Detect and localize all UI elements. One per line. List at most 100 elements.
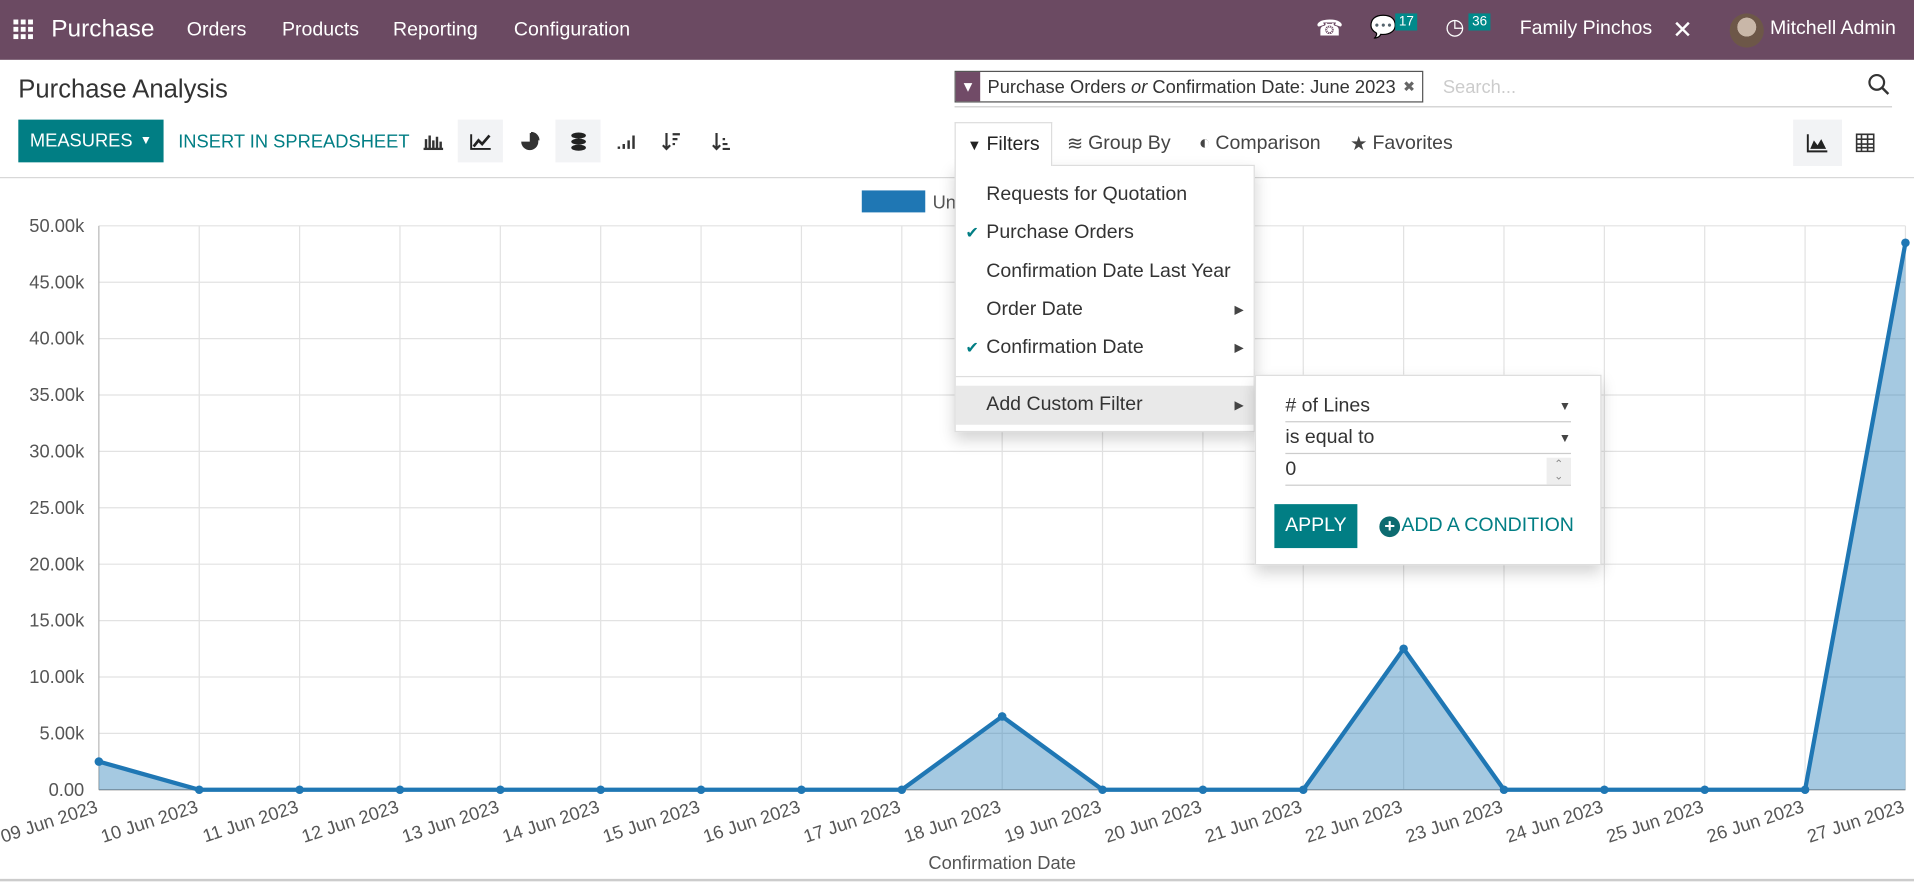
filter-label: Confirmation Date — [986, 336, 1144, 358]
data-point — [1098, 785, 1107, 795]
pie-chart-icon[interactable] — [507, 120, 552, 163]
x-tick-label: 20 Jun 2023 — [1102, 796, 1204, 847]
value-text: 0 — [1285, 458, 1297, 480]
operator-select[interactable]: is equal to ▼ — [1285, 424, 1571, 455]
table-icon — [1855, 133, 1875, 153]
filter-requests-for-quotation[interactable]: Requests for Quotation — [956, 176, 1254, 215]
stacked-icon[interactable] — [555, 119, 601, 163]
y-tick-label: 25.00k — [29, 497, 85, 518]
check-icon: ✔ — [965, 223, 979, 242]
data-point — [1399, 644, 1408, 654]
filter-facet[interactable]: ▼ Purchase Orders or Confirmation Date: … — [954, 70, 1424, 103]
filter-confirmation-date-last-year[interactable]: Confirmation Date Last Year — [956, 253, 1254, 292]
favorites-toggle[interactable]: ★ Favorites — [1350, 122, 1453, 165]
line-chart-icon[interactable] — [457, 119, 503, 163]
group-by-toggle[interactable]: ≋ Group By — [1067, 122, 1171, 165]
data-point — [1198, 785, 1208, 795]
y-tick-label: 20.00k — [29, 553, 85, 574]
data-point — [94, 757, 104, 766]
graph-view-button[interactable] — [1793, 119, 1842, 167]
filter-order-date[interactable]: Order Date ▶ — [956, 291, 1254, 330]
search-bar: ▼ Purchase Orders or Confirmation Date: … — [954, 70, 1893, 108]
area-chart-icon — [1806, 134, 1828, 153]
data-point — [1298, 785, 1308, 795]
search-input[interactable] — [1442, 72, 1846, 102]
filter-label: Purchase Orders — [986, 222, 1134, 243]
x-tick-label: 25 Jun 2023 — [1604, 796, 1706, 847]
remove-facet-icon[interactable]: ✖ — [1403, 78, 1415, 95]
plus-circle-icon: + — [1379, 515, 1401, 537]
x-tick-label: 13 Jun 2023 — [399, 796, 501, 847]
cumulative-icon[interactable] — [603, 120, 648, 163]
filter-purchase-orders[interactable]: ✔ Purchase Orders — [956, 214, 1254, 253]
apply-button[interactable]: APPLY — [1274, 504, 1358, 549]
caret-right-icon: ▶ — [1234, 398, 1244, 412]
x-tick-label: 16 Jun 2023 — [700, 796, 802, 847]
x-tick-label: 15 Jun 2023 — [600, 796, 702, 847]
add-custom-filter[interactable]: Add Custom Filter ▶ — [955, 385, 1254, 425]
comparison-toggle[interactable]: ◐ Comparison — [1199, 122, 1321, 165]
number-spinner[interactable]: ⌃ ⌄ — [1546, 457, 1571, 485]
x-tick-label: 24 Jun 2023 — [1503, 796, 1605, 847]
search-icon[interactable] — [1868, 73, 1890, 100]
data-point — [395, 785, 405, 795]
data-point — [1901, 238, 1910, 248]
apps-menu-icon[interactable] — [13, 19, 33, 40]
menu-orders[interactable]: Orders — [187, 20, 247, 42]
facet-separator: or — [1131, 76, 1148, 98]
chat-icon[interactable]: 💬 — [1370, 15, 1397, 41]
avatar[interactable] — [1729, 13, 1764, 48]
filters-label: Filters — [986, 133, 1040, 155]
star-icon: ★ — [1350, 133, 1368, 155]
sort-descending-icon[interactable] — [648, 120, 693, 163]
x-tick-label: 12 Jun 2023 — [299, 796, 401, 847]
company-switcher[interactable]: Family Pinchos — [1520, 18, 1652, 40]
insert-in-spreadsheet-button[interactable]: INSERT IN SPREADSHEET — [178, 132, 409, 153]
menu-configuration[interactable]: Configuration — [514, 20, 630, 42]
data-point — [1600, 785, 1609, 795]
caret-right-icon: ▶ — [1234, 303, 1244, 317]
filter-label: Confirmation Date Last Year — [986, 261, 1231, 282]
filter-confirmation-date[interactable]: ✔ Confirmation Date ▶ — [956, 328, 1254, 367]
groupby-label: Group By — [1088, 132, 1171, 154]
x-tick-label: 09 Jun 2023 — [0, 796, 100, 847]
x-tick-label: 19 Jun 2023 — [1001, 796, 1103, 847]
filter-label: Add Custom Filter — [986, 394, 1143, 416]
half-circle-icon: ◐ — [1198, 132, 1211, 154]
app-name[interactable]: Purchase — [51, 16, 154, 44]
filter-icon: ▼ — [967, 136, 982, 154]
y-tick-label: 0.00 — [49, 779, 85, 800]
data-point — [897, 785, 907, 795]
pivot-view-button[interactable] — [1841, 120, 1890, 166]
y-tick-label: 30.00k — [29, 441, 85, 462]
clock-icon[interactable]: ◷ — [1445, 15, 1464, 41]
value-input[interactable]: 0 ⌃ ⌄ — [1285, 455, 1571, 486]
comparison-label: Comparison — [1215, 132, 1321, 154]
menu-reporting[interactable]: Reporting — [393, 20, 478, 42]
y-tick-label: 35.00k — [29, 384, 85, 405]
y-tick-label: 10.00k — [29, 666, 85, 687]
data-point — [696, 785, 706, 795]
debug-tools-icon[interactable]: ✕ — [1672, 15, 1692, 46]
add-condition-button[interactable]: + ADD A CONDITION — [1379, 515, 1574, 537]
phone-icon[interactable]: ☎ — [1316, 16, 1343, 42]
menu-products[interactable]: Products — [282, 20, 359, 42]
user-menu[interactable]: Mitchell Admin — [1770, 18, 1896, 40]
measures-button[interactable]: MEASURES ▼ — [18, 119, 164, 163]
x-tick-label: 26 Jun 2023 — [1704, 796, 1806, 847]
operator-value: is equal to — [1285, 427, 1375, 448]
y-tick-label: 15.00k — [29, 610, 85, 631]
data-point — [997, 712, 1007, 721]
add-condition-label: ADD A CONDITION — [1401, 515, 1574, 536]
field-select[interactable]: # of Lines ▼ — [1285, 392, 1571, 423]
sort-ascending-icon[interactable] — [698, 120, 743, 163]
x-tick-label: 21 Jun 2023 — [1202, 796, 1304, 847]
filters-toggle[interactable]: ▼ Filters — [954, 122, 1053, 167]
data-point — [1800, 785, 1810, 795]
data-point — [1700, 785, 1709, 795]
check-icon: ✔ — [965, 338, 979, 357]
data-point — [797, 785, 806, 795]
bar-chart-icon[interactable] — [410, 120, 455, 163]
y-tick-label: 50.00k — [29, 215, 85, 236]
filters-dropdown: Requests for Quotation ✔ Purchase Orders … — [954, 164, 1255, 433]
